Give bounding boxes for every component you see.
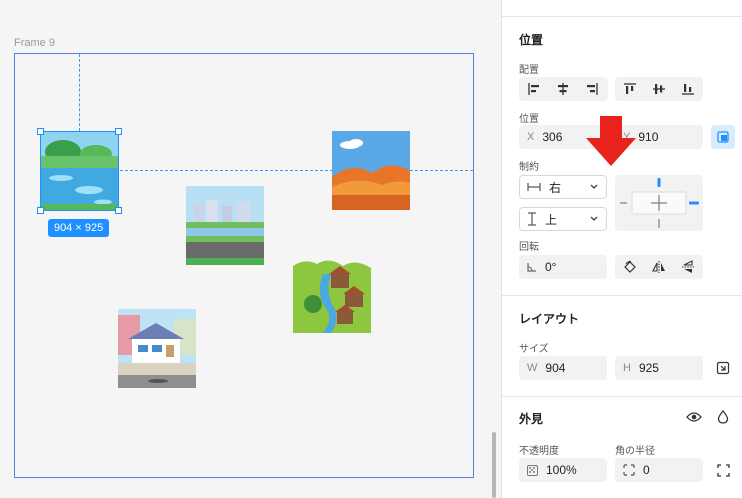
panel-divider bbox=[502, 396, 742, 397]
corner-radius-label: 角の半径 bbox=[615, 446, 655, 457]
horizontal-guide-line bbox=[120, 170, 473, 171]
x-prefix: X bbox=[527, 131, 535, 143]
vertical-guide-line bbox=[79, 54, 80, 131]
size-label: サイズ bbox=[519, 344, 549, 355]
design-canvas[interactable]: Frame 9 904 × 925 bbox=[0, 0, 501, 498]
rotate-icon[interactable] bbox=[615, 255, 644, 279]
flip-horizontal-icon[interactable] bbox=[644, 255, 673, 279]
rotation-angle-icon bbox=[527, 262, 537, 272]
align-center-v-icon[interactable] bbox=[644, 77, 673, 101]
opacity-field[interactable]: 100% bbox=[519, 458, 607, 482]
opacity-icon bbox=[527, 464, 538, 476]
resize-handle-top-right[interactable] bbox=[115, 128, 122, 135]
eye-icon[interactable] bbox=[682, 405, 706, 429]
horizontal-constraint-value: 右 bbox=[549, 180, 562, 195]
y-value: 910 bbox=[638, 130, 659, 144]
panel-divider bbox=[502, 16, 742, 17]
horizontal-constraint-select[interactable]: 右 bbox=[519, 175, 607, 199]
annotation-arrow bbox=[584, 114, 638, 168]
horizontal-align-group bbox=[519, 77, 608, 101]
selection-size-badge: 904 × 925 bbox=[48, 219, 110, 237]
independent-corners-icon[interactable] bbox=[711, 458, 735, 482]
transform-group bbox=[615, 255, 703, 279]
width-field[interactable]: W 904 bbox=[519, 356, 607, 380]
resize-handle-top-left[interactable] bbox=[37, 128, 44, 135]
align-right-icon[interactable] bbox=[577, 77, 606, 101]
corner-radius-icon bbox=[623, 464, 635, 476]
layout-section-title: レイアウト bbox=[519, 312, 580, 326]
resize-icon[interactable] bbox=[711, 356, 735, 380]
vertical-constraint-icon bbox=[527, 212, 537, 226]
position-section-title: 位置 bbox=[519, 33, 544, 47]
rotation-field[interactable]: 0° bbox=[519, 255, 607, 279]
position-label: 位置 bbox=[519, 114, 539, 125]
constraint-widget[interactable] bbox=[615, 175, 703, 231]
height-field[interactable]: H 925 bbox=[615, 356, 703, 380]
frame[interactable] bbox=[14, 53, 474, 478]
house-image[interactable] bbox=[118, 309, 196, 388]
align-left-icon[interactable] bbox=[519, 77, 548, 101]
corner-radius-value: 0 bbox=[643, 463, 650, 477]
frame-label[interactable]: Frame 9 bbox=[14, 37, 55, 49]
appearance-section-title: 外見 bbox=[519, 412, 544, 426]
opacity-label: 不透明度 bbox=[519, 446, 559, 457]
vertical-constraint-value: 上 bbox=[545, 212, 558, 227]
drop-icon[interactable] bbox=[711, 405, 735, 429]
resize-handle-bottom-left[interactable] bbox=[37, 207, 44, 214]
w-prefix: W bbox=[527, 362, 538, 374]
position-mode-icon[interactable] bbox=[711, 125, 735, 149]
x-value: 306 bbox=[542, 130, 563, 144]
chevron-down-icon bbox=[590, 180, 600, 194]
autumn-hills-image[interactable] bbox=[332, 131, 410, 210]
align-label: 配置 bbox=[519, 65, 539, 76]
constraints-label: 制約 bbox=[519, 162, 539, 173]
properties-panel: 位置 配置 位置 X 306 Y 910 制約 右 上 回転 0° レイアウト … bbox=[501, 0, 742, 498]
horizontal-constraint-icon bbox=[527, 182, 541, 192]
panel-divider bbox=[502, 295, 742, 296]
vertical-align-group bbox=[615, 77, 703, 101]
chevron-down-icon bbox=[590, 212, 600, 226]
corner-radius-field[interactable]: 0 bbox=[615, 458, 703, 482]
city-river-image[interactable] bbox=[186, 186, 264, 265]
rotation-value: 0° bbox=[545, 260, 557, 274]
align-center-h-icon[interactable] bbox=[548, 77, 577, 101]
canvas-scrollbar[interactable] bbox=[492, 432, 496, 498]
h-prefix: H bbox=[623, 362, 631, 374]
align-top-icon[interactable] bbox=[615, 77, 644, 101]
resize-handle-bottom-right[interactable] bbox=[115, 207, 122, 214]
village-image[interactable] bbox=[293, 254, 371, 333]
rotation-label: 回転 bbox=[519, 242, 539, 253]
vertical-constraint-select[interactable]: 上 bbox=[519, 207, 607, 231]
align-bottom-icon[interactable] bbox=[673, 77, 702, 101]
opacity-value: 100% bbox=[546, 463, 577, 477]
lake-image[interactable] bbox=[41, 132, 119, 211]
height-value: 925 bbox=[638, 361, 659, 375]
flip-vertical-icon[interactable] bbox=[673, 255, 702, 279]
width-value: 904 bbox=[545, 361, 566, 375]
